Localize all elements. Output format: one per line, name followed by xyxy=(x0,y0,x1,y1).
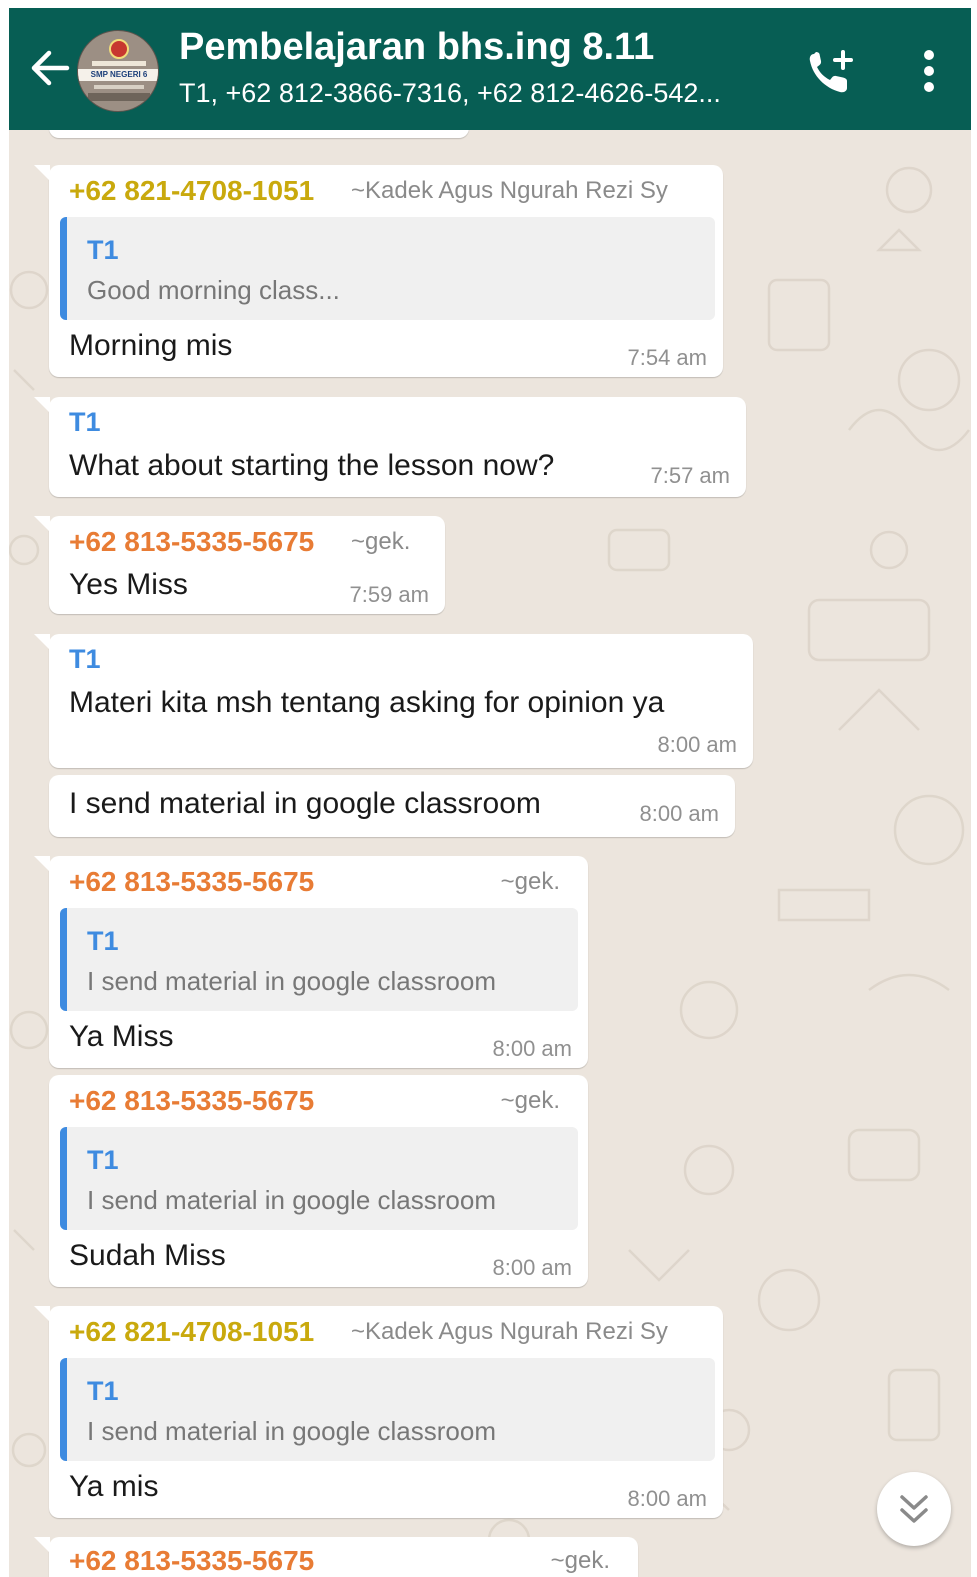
quoted-message[interactable]: T1 I send material in google classroom xyxy=(60,1358,715,1461)
message-bubble[interactable]: +62 813-5335-5675 ~gek. T1 I send materi… xyxy=(34,856,588,1068)
sender-alias: ~gek. xyxy=(550,1547,610,1574)
quoted-sender: T1 xyxy=(87,1145,119,1175)
message-text: Morning mis xyxy=(69,329,233,362)
add-call-icon[interactable] xyxy=(805,48,859,98)
previous-message-edge xyxy=(49,130,469,138)
more-vert-icon[interactable] xyxy=(917,48,941,94)
message-text: Ya Miss xyxy=(69,1020,174,1053)
message-bubble[interactable]: +62 821-4708-1051 ~Kadek Agus Ngurah Rez… xyxy=(34,165,723,377)
message-time: 7:57 am xyxy=(650,463,731,488)
message-bubble[interactable]: T1 What about starting the lesson now? 7… xyxy=(34,397,746,497)
message-text: What about starting the lesson now? xyxy=(69,449,555,482)
message-time: 8:00 am xyxy=(627,1486,708,1511)
sender-name[interactable]: T1 xyxy=(69,644,101,675)
sender-phone[interactable]: +62 813-5335-5675 xyxy=(69,1545,314,1577)
message-time: 8:00 am xyxy=(657,732,738,757)
group-title[interactable]: Pembelajaran bhs.ing 8.11 xyxy=(179,26,654,69)
quoted-text: I send material in google classroom xyxy=(87,966,496,996)
quoted-sender: T1 xyxy=(87,235,119,265)
scroll-to-bottom-button[interactable] xyxy=(877,1472,951,1546)
sender-alias: ~gek. xyxy=(500,868,560,895)
school-crest-icon xyxy=(109,39,129,59)
quoted-message[interactable]: T1 I send material in google classroom xyxy=(60,908,578,1011)
sender-phone[interactable]: +62 813-5335-5675 xyxy=(69,526,314,558)
sender-alias: ~Kadek Agus Ngurah Rezi Sy xyxy=(351,1318,668,1345)
message-time: 7:54 am xyxy=(627,345,708,370)
sender-phone[interactable]: +62 813-5335-5675 xyxy=(69,1085,314,1117)
group-members[interactable]: T1, +62 812-3866-7316, +62 812-4626-542.… xyxy=(179,78,799,109)
quoted-message[interactable]: T1 I send material in google classroom xyxy=(60,1127,578,1230)
message-time: 8:00 am xyxy=(492,1036,573,1061)
message-text: Sudah Miss xyxy=(69,1239,226,1272)
message-text: Ya mis xyxy=(69,1470,159,1503)
message-time: 7:59 am xyxy=(349,582,430,607)
sender-name[interactable]: T1 xyxy=(69,407,101,438)
back-arrow-icon[interactable] xyxy=(27,42,71,94)
group-avatar[interactable]: SMP NEGERI 6 xyxy=(77,30,159,112)
quoted-text: Good morning class... xyxy=(87,275,340,305)
message-list[interactable]: +62 821-4708-1051 ~Kadek Agus Ngurah Rez… xyxy=(9,130,971,1577)
quoted-message[interactable]: T1 Good morning class... xyxy=(60,217,715,320)
message-bubble[interactable]: +62 813-5335-5675 ~gek. T1 I send materi… xyxy=(49,1075,588,1287)
message-text: Materi kita msh tentang asking for opini… xyxy=(69,686,665,719)
message-bubble[interactable]: I send material in google classroom 8:00… xyxy=(49,775,735,837)
message-bubble[interactable]: T1 Materi kita msh tentang asking for op… xyxy=(34,634,753,768)
quoted-text: I send material in google classroom xyxy=(87,1416,496,1446)
sender-alias: ~gek. xyxy=(351,528,411,555)
message-text: I send material in google classroom xyxy=(69,787,541,820)
chat-header: SMP NEGERI 6 Pembelajaran bhs.ing 8.11 T… xyxy=(9,8,971,130)
sender-alias: ~Kadek Agus Ngurah Rezi Sy xyxy=(351,177,668,204)
sender-alias: ~gek. xyxy=(500,1087,560,1114)
message-bubble[interactable]: +62 813-5335-5675 ~gek. xyxy=(34,1537,638,1577)
chat-screen: SMP NEGERI 6 Pembelajaran bhs.ing 8.11 T… xyxy=(9,8,971,1577)
sender-phone[interactable]: +62 821-4708-1051 xyxy=(69,175,314,207)
sender-phone[interactable]: +62 813-5335-5675 xyxy=(69,866,314,898)
message-time: 8:00 am xyxy=(492,1255,573,1280)
avatar-caption: SMP NEGERI 6 xyxy=(90,70,148,79)
quoted-text: I send material in google classroom xyxy=(87,1185,496,1215)
message-text: Yes Miss xyxy=(69,568,188,601)
message-bubble[interactable]: +62 821-4708-1051 ~Kadek Agus Ngurah Rez… xyxy=(34,1306,723,1518)
message-bubble[interactable]: +62 813-5335-5675 ~gek. Yes Miss 7:59 am xyxy=(34,516,445,614)
quoted-sender: T1 xyxy=(87,926,119,956)
double-chevron-down-icon xyxy=(900,1495,928,1523)
quoted-sender: T1 xyxy=(87,1376,119,1406)
message-time: 8:00 am xyxy=(639,801,720,826)
sender-phone[interactable]: +62 821-4708-1051 xyxy=(69,1316,314,1348)
